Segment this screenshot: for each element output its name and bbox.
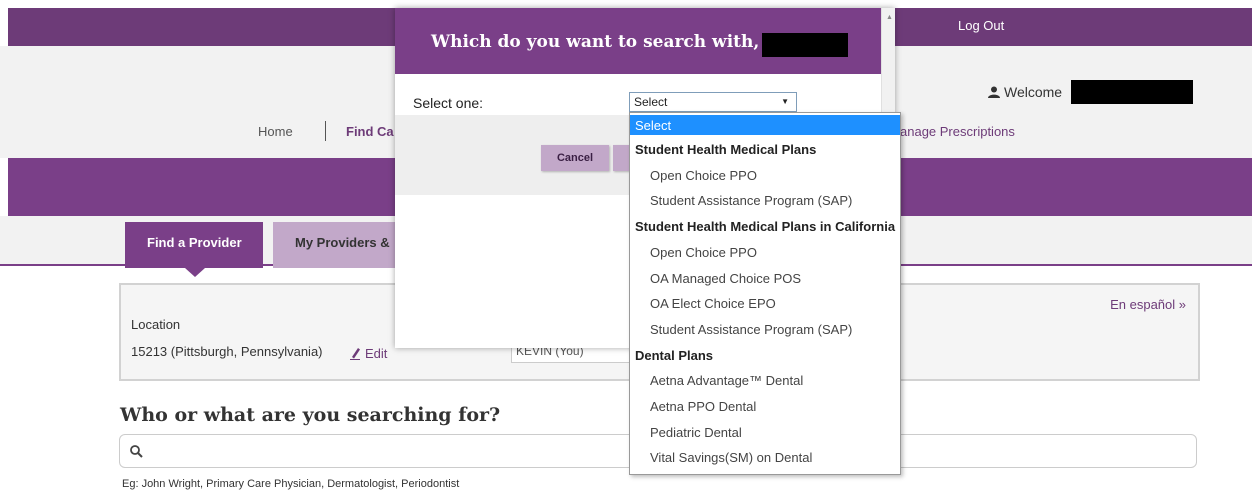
dropdown-option[interactable]: Aetna Advantage™ Dental bbox=[630, 368, 900, 393]
espanol-link[interactable]: En español » bbox=[1110, 297, 1186, 312]
dropdown-option[interactable]: Student Assistance Program (SAP) bbox=[630, 317, 900, 342]
modal-header: Which do you want to search with, bbox=[395, 8, 881, 74]
user-icon bbox=[988, 86, 1000, 98]
plan-dropdown-list[interactable]: Select Student Health Medical Plans Open C… bbox=[629, 112, 901, 475]
cancel-button[interactable]: Cancel bbox=[541, 145, 609, 171]
redacted-username bbox=[1071, 80, 1193, 104]
plan-select-value: Select bbox=[634, 95, 668, 109]
plan-select[interactable]: Select ▼ bbox=[629, 92, 797, 112]
dropdown-option[interactable]: Aetna PPO Dental bbox=[630, 394, 900, 419]
nav-separator bbox=[325, 121, 326, 141]
tab-find-provider[interactable]: Find a Provider bbox=[125, 222, 263, 277]
welcome-label: Welcome bbox=[1004, 84, 1063, 100]
nav-find-care[interactable]: Find Ca bbox=[346, 124, 394, 139]
search-icon bbox=[130, 445, 143, 458]
dropdown-option[interactable]: Student Assistance Program (SAP) bbox=[630, 188, 900, 213]
pencil-icon bbox=[350, 348, 360, 360]
dropdown-group-label: Student Health Medical Plans bbox=[635, 142, 817, 157]
nav-home[interactable]: Home bbox=[258, 124, 293, 139]
nav-manage-prescriptions[interactable]: anage Prescriptions bbox=[900, 124, 1015, 139]
dropdown-option[interactable]: OA Managed Choice POS bbox=[630, 266, 900, 291]
dropdown-option[interactable]: Pediatric Dental bbox=[630, 420, 900, 445]
location-edit-link[interactable]: Edit bbox=[349, 344, 387, 361]
search-heading: Who or what are you searching for? bbox=[120, 404, 501, 426]
chevron-down-icon: ▼ bbox=[781, 97, 789, 106]
dropdown-group-label: Dental Plans bbox=[635, 347, 714, 363]
redacted-name bbox=[762, 33, 848, 57]
logout-link[interactable]: Log Out bbox=[958, 18, 1004, 33]
dropdown-option[interactable]: Open Choice PPO bbox=[630, 240, 900, 265]
location-value: 15213 (Pittsburgh, Pennsylvania) bbox=[131, 344, 323, 359]
scroll-up-icon[interactable]: ▲ bbox=[886, 14, 893, 21]
welcome-text: Welcome bbox=[988, 84, 1062, 100]
tab-my-providers[interactable]: My Providers & bbox=[273, 222, 398, 268]
modal-title: Which do you want to search with, bbox=[431, 32, 760, 52]
edit-label[interactable]: Edit bbox=[365, 346, 387, 361]
dropdown-option-selected[interactable]: Select bbox=[630, 115, 900, 135]
dropdown-option[interactable]: Open Choice PPO bbox=[630, 163, 900, 188]
dropdown-option[interactable]: Vital Savings(SM) on Dental bbox=[630, 445, 900, 470]
search-hint: Eg: John Wright, Primary Care Physician,… bbox=[122, 478, 460, 490]
dropdown-option[interactable]: OA Elect Choice EPO bbox=[630, 291, 900, 316]
dropdown-group-label: Student Health Medical Plans in Californ… bbox=[635, 219, 896, 235]
location-label: Location bbox=[131, 317, 181, 332]
select-one-label: Select one: bbox=[413, 95, 484, 111]
